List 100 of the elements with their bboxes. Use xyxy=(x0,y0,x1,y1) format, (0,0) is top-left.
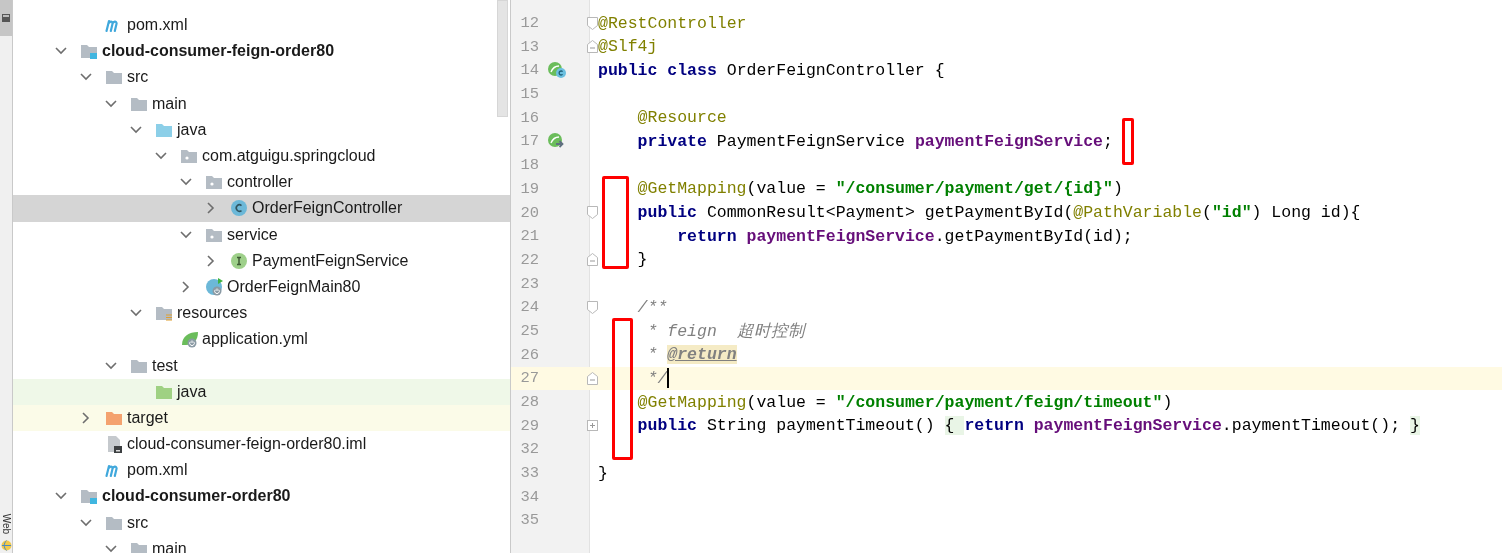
code-line: public String paymentTimeout() { return paymentFeignService.paymentTimeout(); } xyxy=(636,416,1420,436)
tool-window-button[interactable] xyxy=(0,0,12,36)
bean-icon[interactable] xyxy=(547,61,567,80)
line-number: 32 xyxy=(519,440,539,459)
chevron-down-icon[interactable] xyxy=(130,125,142,134)
folder-icon xyxy=(155,121,173,138)
chevron-down-icon[interactable] xyxy=(55,47,67,56)
globe-icon[interactable] xyxy=(0,540,12,551)
folder-icon xyxy=(105,69,123,86)
line-number: 26 xyxy=(519,345,539,364)
tree-item[interactable]: controller xyxy=(13,169,510,196)
chevron-down-icon[interactable] xyxy=(80,73,92,82)
code-line: * feign 超时控制 xyxy=(646,320,805,342)
leaf-icon xyxy=(180,329,200,350)
folder-icon xyxy=(105,514,123,531)
chevron-down-icon[interactable] xyxy=(105,544,117,553)
line-number: 28 xyxy=(519,393,539,412)
tree-item[interactable]: java xyxy=(13,116,510,143)
tree-item[interactable]: pom.xml xyxy=(13,457,510,484)
scrollbar-thumb[interactable] xyxy=(497,0,508,117)
line-number: 22 xyxy=(519,250,539,269)
tree-item[interactable]: cloud-consumer-feign-order80.iml xyxy=(13,431,510,458)
tree-item[interactable]: src xyxy=(13,64,510,91)
code-line: } xyxy=(598,463,608,483)
code-line: /** xyxy=(636,297,668,317)
tree-item[interactable]: main xyxy=(13,90,510,117)
folder-icon xyxy=(80,43,98,60)
chevron-right-icon[interactable] xyxy=(182,280,190,293)
line-number: 27 xyxy=(519,369,539,388)
tool-window-tab[interactable]: Web xyxy=(0,513,12,535)
tree-item[interactable]: OrderFeignController xyxy=(13,195,510,222)
line-number: 35 xyxy=(519,511,539,530)
class-icon xyxy=(230,199,248,218)
chevron-down-icon[interactable] xyxy=(105,99,117,108)
file-icon xyxy=(105,435,123,454)
line-number: 20 xyxy=(519,203,539,222)
interface-icon xyxy=(230,251,248,270)
chevron-down-icon[interactable] xyxy=(155,152,167,161)
tree-item[interactable]: src xyxy=(13,509,510,536)
line-number: 13 xyxy=(519,37,539,56)
chevron-down-icon[interactable] xyxy=(180,178,192,187)
code-line: return paymentFeignService.getPaymentById(id); xyxy=(676,226,1133,246)
chevron-down-icon[interactable] xyxy=(80,518,92,527)
line-number: 15 xyxy=(519,85,539,104)
tree-item[interactable]: com.atguigu.springcloud xyxy=(13,142,510,170)
tree-item[interactable]: target xyxy=(13,404,510,431)
tree-item[interactable]: java xyxy=(13,378,510,405)
package-icon xyxy=(180,148,198,165)
folder-icon xyxy=(130,357,148,374)
code-line: @GetMapping(value = "/consumer/payment/feign/timeout") xyxy=(636,392,1173,412)
chevron-down-icon[interactable] xyxy=(180,230,192,239)
line-number: 33 xyxy=(519,464,539,483)
spring-class-icon xyxy=(205,276,225,297)
tree-item[interactable]: PaymentFeignService xyxy=(13,247,510,274)
line-number: 18 xyxy=(519,156,539,175)
line-number: 12 xyxy=(519,14,539,33)
line-number: 34 xyxy=(519,487,539,506)
line-number: 17 xyxy=(519,132,539,151)
tree-item[interactable]: OrderFeignMain80 xyxy=(13,273,510,301)
chevron-right-icon[interactable] xyxy=(207,202,215,215)
code-line: @RestController xyxy=(598,13,747,33)
tree-item[interactable]: application.yml xyxy=(13,326,510,353)
tree-item[interactable]: service xyxy=(13,221,510,248)
chevron-down-icon[interactable] xyxy=(130,309,142,318)
chevron-right-icon[interactable] xyxy=(82,411,90,424)
tree-item[interactable]: cloud-consumer-feign-order80 xyxy=(13,38,510,65)
folder-icon xyxy=(80,488,98,505)
expand-icon[interactable] xyxy=(587,420,598,432)
tree-item[interactable]: pom.xml xyxy=(13,12,510,39)
code-line: private PaymentFeignService paymentFeignService; xyxy=(636,131,1113,151)
window-icon xyxy=(2,14,10,22)
line-number: 23 xyxy=(519,274,539,293)
package-icon xyxy=(205,226,223,243)
code-line: } xyxy=(636,250,648,270)
package-icon xyxy=(205,174,223,191)
line-number: 16 xyxy=(519,108,539,127)
code-line: public CommonResult<Payment> getPaymentById(@PathVariable("id") Long id){ xyxy=(636,203,1361,223)
tree-item[interactable]: main xyxy=(13,535,510,553)
line-number: 29 xyxy=(519,416,539,435)
annotation-rectangle xyxy=(1122,118,1134,165)
chevron-down-icon[interactable] xyxy=(105,361,117,370)
line-number: 24 xyxy=(519,298,539,317)
folder-icon xyxy=(130,540,148,553)
folder-icon xyxy=(155,383,173,400)
folder-icon xyxy=(130,95,148,112)
code-line: public class OrderFeignController { xyxy=(598,60,945,80)
chevron-right-icon[interactable] xyxy=(207,254,215,267)
folder-icon xyxy=(155,305,173,322)
line-number: 25 xyxy=(519,321,539,340)
line-number: 19 xyxy=(519,179,539,198)
tree-item[interactable]: resources xyxy=(13,300,510,327)
code-line: */ xyxy=(646,368,670,389)
tree-item[interactable]: cloud-consumer-order80 xyxy=(13,483,510,510)
code-line: @Resource xyxy=(636,108,727,128)
chevron-down-icon[interactable] xyxy=(55,492,67,501)
code-line: @Slf4j xyxy=(598,37,658,57)
tree-item[interactable]: test xyxy=(13,352,510,379)
line-number: 21 xyxy=(519,227,539,246)
line-number: 14 xyxy=(519,61,539,80)
code-line: @GetMapping(value = "/consumer/payment/get/{id}") xyxy=(636,179,1123,199)
